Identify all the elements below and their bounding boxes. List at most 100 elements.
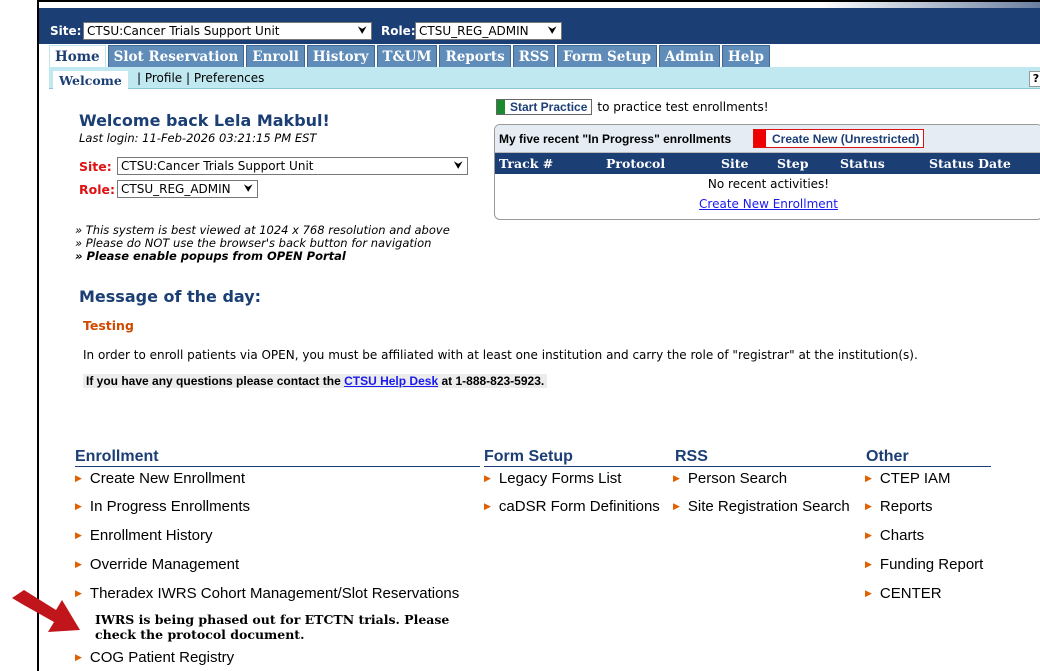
tab-reports[interactable]: Reports	[439, 45, 511, 67]
triangle-right-icon: ▶	[484, 501, 491, 511]
topbar-site-value: CTSU:Cancer Trials Support Unit	[87, 24, 280, 38]
start-practice-button[interactable]: Start Practice	[496, 99, 593, 115]
link-override-management[interactable]: ▶ Override Management	[75, 556, 239, 573]
link-label: Legacy Forms List	[498, 470, 622, 487]
triangle-right-icon: ▶	[75, 473, 82, 483]
link-label: Reports	[879, 498, 933, 515]
triangle-right-icon: ▶	[75, 559, 82, 569]
recent-title: My five recent "In Progress" enrollments	[499, 132, 732, 146]
link-label: Charts	[879, 527, 925, 544]
topbar-site-select[interactable]: CTSU:Cancer Trials Support Unit ⮟	[83, 22, 372, 40]
link-in-progress-enrollments[interactable]: ▶ In Progress Enrollments	[75, 498, 250, 515]
col-protocol: Protocol	[606, 156, 666, 171]
subnav-links[interactable]: | Profile | Preferences	[137, 71, 264, 85]
link-label: Site Registration Search	[687, 498, 850, 515]
link-theradex-iwrs[interactable]: ▶ Theradex IWRS Cohort Management/Slot Re…	[75, 585, 459, 602]
chevron-down-icon: ⮟	[547, 24, 557, 37]
col-step: Step	[777, 156, 809, 171]
topbar-role-select[interactable]: CTSU_REG_ADMIN ⮟	[415, 22, 562, 40]
recent-header: My five recent "In Progress" enrollments…	[495, 125, 1040, 153]
section-form-setup-rule	[484, 466, 675, 467]
last-login: Last login: 11-Feb-2026 03:21:15 PM EST	[79, 131, 317, 145]
topbar-role-label: Role:	[381, 23, 416, 38]
triangle-right-icon: ▶	[75, 501, 82, 511]
topbar-site-label: Site:	[50, 23, 82, 38]
triangle-right-icon: ▶	[673, 473, 680, 483]
red-arrow-icon	[12, 590, 80, 632]
link-funding-report[interactable]: ▶ Funding Report	[865, 556, 983, 573]
practice-row: Start Practice to practice test enrollme…	[496, 99, 769, 115]
note-popups: » Please enable popups from OPEN Portal	[75, 249, 346, 263]
questions-post: at 1-888-823-5923.	[441, 374, 545, 388]
motd-message: In order to enroll patients via OPEN, yo…	[83, 348, 918, 362]
link-legacy-forms-list[interactable]: ▶ Legacy Forms List	[484, 470, 621, 487]
tab-rss[interactable]: RSS	[512, 45, 556, 67]
tab-help[interactable]: Help	[722, 45, 770, 67]
system-notes: » This system is best viewed at 1024 x 7…	[75, 224, 450, 263]
chevron-down-icon: ⮟	[453, 159, 463, 172]
section-enrollment-title: Enrollment	[75, 448, 159, 465]
section-rss-title: RSS	[675, 448, 708, 465]
subtab-welcome[interactable]: Welcome	[53, 71, 128, 90]
link-reports[interactable]: ▶ Reports	[865, 498, 932, 515]
role-label: Role:	[79, 182, 115, 197]
col-status: Status	[840, 156, 885, 171]
sub-nav: Welcome | Profile | Preferences ?	[49, 67, 1040, 90]
section-enrollment-rule	[75, 466, 480, 467]
link-person-search[interactable]: ▶ Person Search	[673, 470, 787, 487]
iwrs-note-line2: check the protocol document.	[95, 627, 305, 642]
triangle-right-icon: ▶	[865, 530, 872, 540]
tab-tum[interactable]: T&UM	[376, 45, 438, 67]
link-ctep-iam[interactable]: ▶ CTEP IAM	[865, 470, 951, 487]
start-practice-label: Start Practice	[510, 100, 588, 114]
section-other-rule	[866, 466, 991, 467]
iwrs-note-line1: IWRS is being phased out for ETCTN trial…	[95, 612, 450, 627]
help-desk-line: If you have any questions please contact…	[83, 374, 548, 388]
triangle-right-icon: ▶	[865, 588, 872, 598]
tab-form-setup[interactable]: Form Setup	[557, 45, 657, 67]
tab-enroll[interactable]: Enroll	[246, 45, 305, 67]
link-label: Override Management	[89, 556, 240, 573]
tab-history[interactable]: History	[306, 45, 375, 67]
link-cog-patient-registry[interactable]: ▶ COG Patient Registry	[75, 649, 234, 666]
recent-enrollments-panel: My five recent "In Progress" enrollments…	[494, 124, 1040, 220]
col-site: Site	[721, 156, 749, 171]
triangle-right-icon: ▶	[865, 559, 872, 569]
link-label: Funding Report	[879, 556, 984, 573]
top-bar-band	[39, 2, 1040, 8]
create-new-enrollment-link[interactable]: Create New Enrollment	[495, 197, 1040, 211]
triangle-right-icon: ▶	[75, 652, 82, 662]
tab-home[interactable]: Home	[49, 45, 106, 67]
link-label: Create New Enrollment	[89, 470, 245, 487]
section-rss-rule	[675, 466, 866, 467]
link-create-new-enrollment[interactable]: ▶ Create New Enrollment	[75, 470, 245, 487]
help-desk-link[interactable]: CTSU Help Desk	[344, 374, 438, 388]
section-other-title: Other	[866, 448, 909, 465]
create-new-unrestricted-button[interactable]: Create New (Unrestricted)	[753, 129, 925, 148]
link-center[interactable]: ▶ CENTER	[865, 585, 942, 602]
link-charts[interactable]: ▶ Charts	[865, 527, 924, 544]
site-select[interactable]: CTSU:Cancer Trials Support Unit ⮟	[117, 157, 468, 175]
help-icon[interactable]: ?	[1029, 71, 1040, 87]
tab-slot-reservation[interactable]: Slot Reservation	[107, 45, 245, 67]
link-enrollment-history[interactable]: ▶ Enrollment History	[75, 527, 212, 544]
chevron-down-icon: ⮟	[357, 24, 367, 37]
link-site-registration-search[interactable]: ▶ Site Registration Search	[673, 498, 850, 515]
triangle-right-icon: ▶	[75, 530, 82, 540]
link-label: Enrollment History	[89, 527, 213, 544]
link-cadsr-form-definitions[interactable]: ▶ caDSR Form Definitions	[484, 498, 660, 515]
tab-admin[interactable]: Admin	[658, 45, 721, 67]
role-select[interactable]: CTSU_REG_ADMIN ⮟	[117, 180, 258, 198]
motd-title: Message of the day:	[79, 287, 262, 306]
topbar-role-value: CTSU_REG_ADMIN	[419, 24, 529, 38]
link-label: Theradex IWRS Cohort Management/Slot Res…	[89, 585, 460, 602]
red-marker	[754, 130, 766, 147]
link-label: CTEP IAM	[879, 470, 951, 487]
triangle-right-icon: ▶	[484, 473, 491, 483]
link-label: Person Search	[687, 470, 788, 487]
link-label: caDSR Form Definitions	[498, 498, 660, 515]
portal-frame: Site: CTSU:Cancer Trials Support Unit ⮟ …	[37, 0, 1040, 671]
chevron-down-icon: ⮟	[243, 182, 253, 195]
questions-pre: If you have any questions please contact…	[86, 374, 341, 388]
iwrs-note: IWRS is being phased out for ETCTN trial…	[95, 612, 449, 642]
